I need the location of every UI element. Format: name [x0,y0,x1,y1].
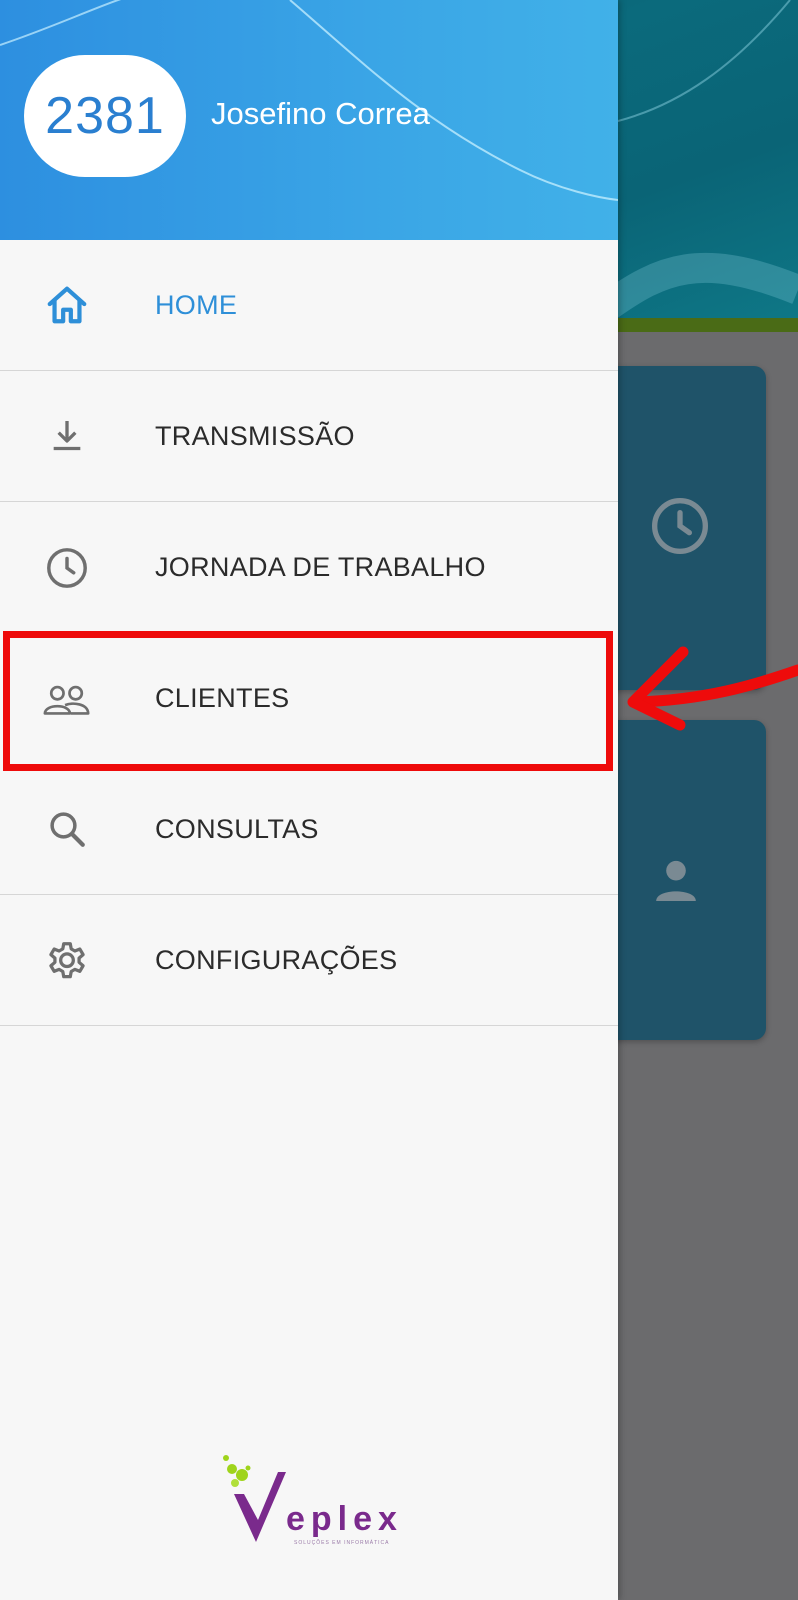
menu-item-consultas[interactable]: CONSULTAS [0,764,618,895]
menu-item-clientes[interactable]: CLIENTES [0,633,618,764]
menu-item-transmissao[interactable]: TRANSMISSÃO [0,371,618,502]
user-code-badge: 2381 [24,55,186,177]
search-icon [42,804,92,854]
download-icon [42,411,92,461]
home-icon [42,280,92,330]
menu-item-label: TRANSMISSÃO [155,420,355,451]
clock-icon [42,543,92,593]
drawer-header: 2381 Josefino Correa [0,0,618,240]
gear-icon [42,935,92,985]
user-name: Josefino Correa [211,96,430,131]
people-icon [42,674,92,724]
veplex-logo: eplex SOLUÇÕES EM INFORMÁTICA [220,1450,410,1550]
person-icon [648,852,704,913]
clock-icon [648,494,712,563]
menu-item-jornada[interactable]: JORNADA DE TRABALHO [0,502,618,633]
logo-wordmark: eplex [286,1500,403,1538]
menu-item-label: HOME [155,289,238,320]
menu-item-label: JORNADA DE TRABALHO [155,552,486,582]
drawer-menu: HOME TRANSMISSÃO JORNADA DE TRABALHO CLI… [0,240,618,1026]
navigation-drawer: 2381 Josefino Correa HOME TRANSMISSÃO JO… [0,0,618,1600]
menu-item-configuracoes[interactable]: CONFIGURAÇÕES [0,895,618,1026]
logo-tagline: SOLUÇÕES EM INFORMÁTICA [294,1540,390,1546]
menu-item-label: CONFIGURAÇÕES [155,944,398,975]
menu-item-home[interactable]: HOME [0,240,618,371]
menu-item-label: CLIENTES [155,683,290,713]
menu-item-label: CONSULTAS [155,813,319,844]
app-screen: 2381 Josefino Correa HOME TRANSMISSÃO JO… [0,0,798,1600]
